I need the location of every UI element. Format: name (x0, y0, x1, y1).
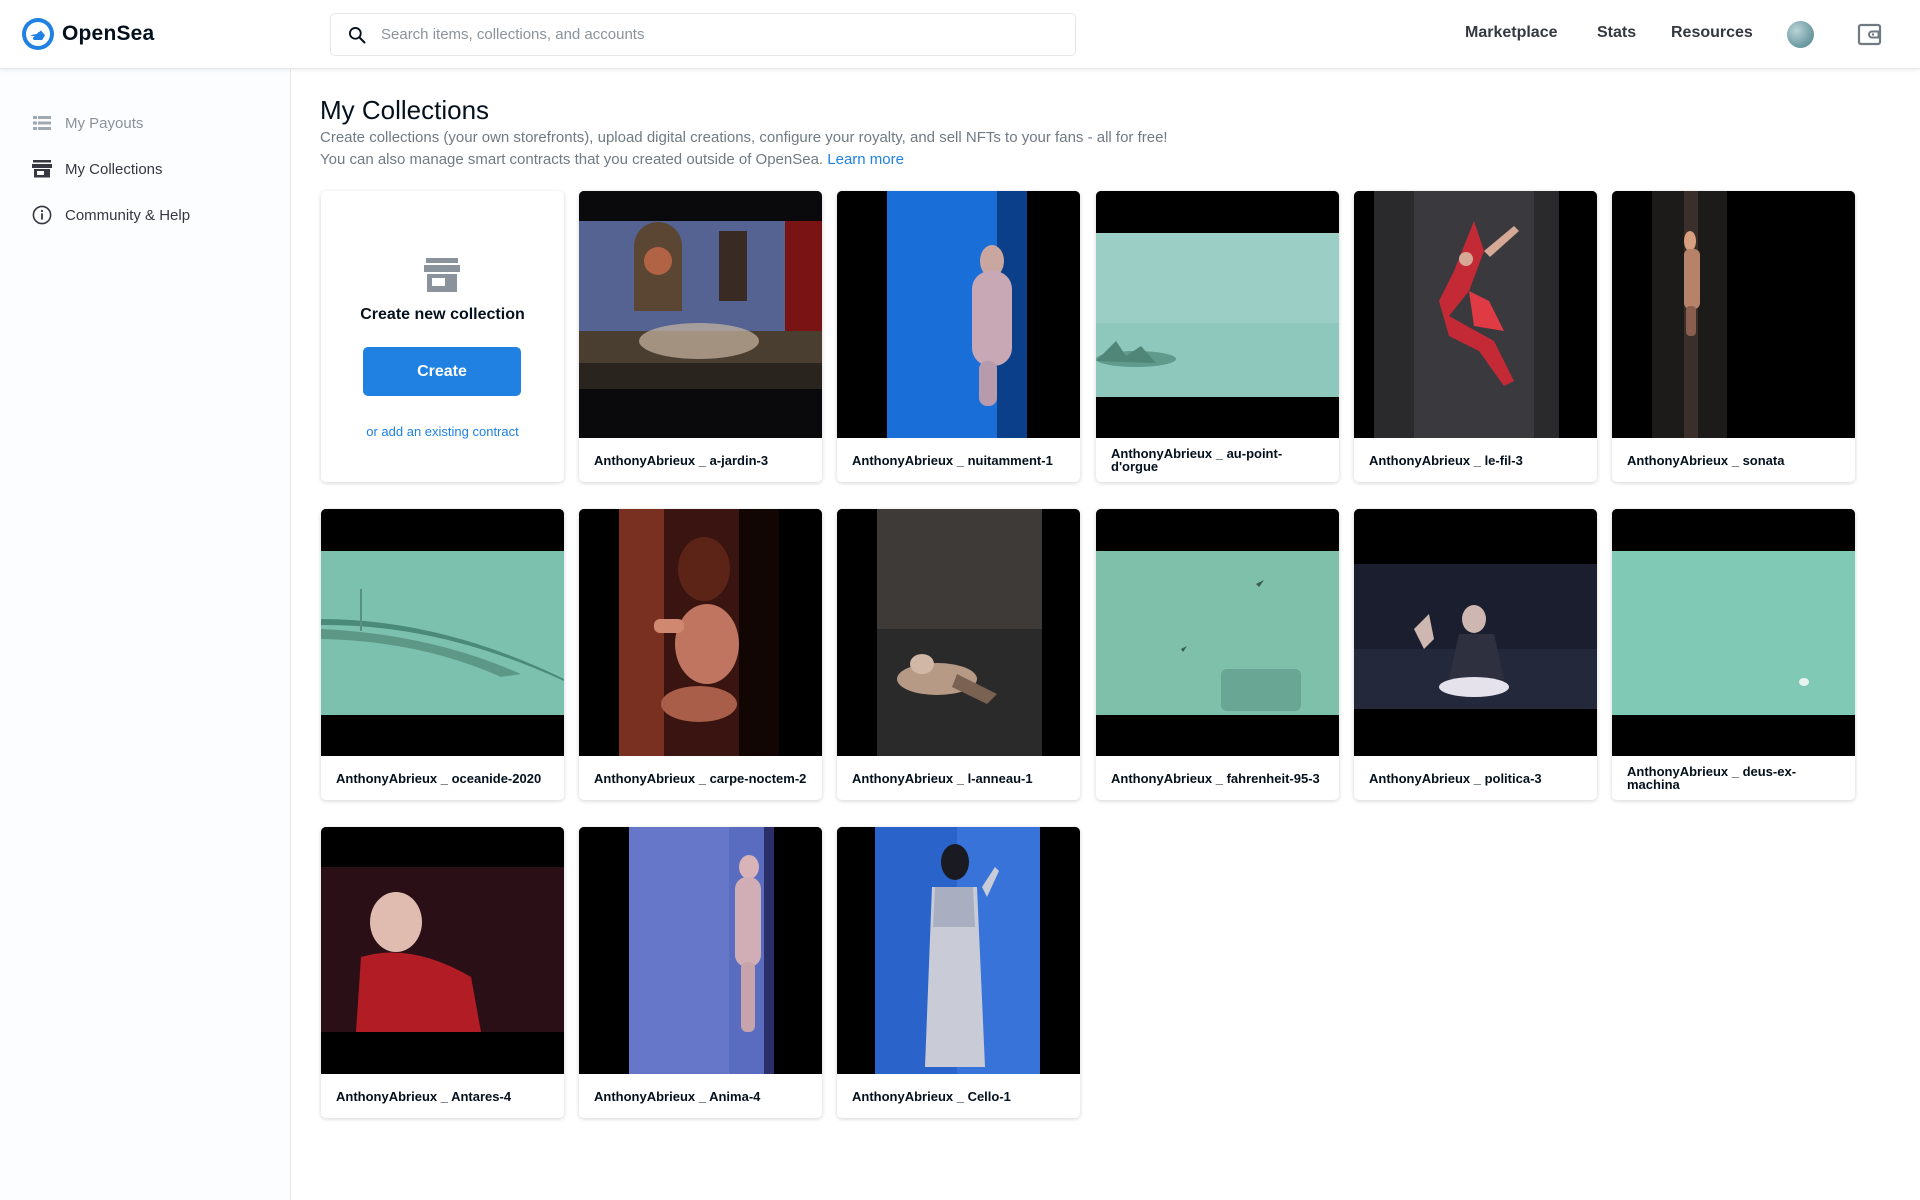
profile-avatar[interactable] (1787, 21, 1814, 48)
search-icon (337, 14, 377, 55)
info-icon (30, 203, 54, 227)
collection-image (1612, 509, 1855, 756)
opensea-logo[interactable]: OpenSea (22, 18, 154, 50)
logo-text: OpenSea (62, 22, 155, 45)
nav-marketplace[interactable]: Marketplace (1465, 24, 1558, 42)
collection-image (321, 509, 564, 756)
collection-name: AnthonyAbrieux _ politica-3 (1369, 770, 1542, 786)
main-content: My Collections Create collections (your … (292, 69, 1920, 1200)
collection-image (837, 827, 1080, 1074)
collection-card[interactable]: AnthonyAbrieux _ l-anneau-1 (837, 509, 1080, 800)
collection-card[interactable]: AnthonyAbrieux _ politica-3 (1354, 509, 1597, 800)
collection-card[interactable]: AnthonyAbrieux _ le-fil-3 (1354, 191, 1597, 482)
collection-card[interactable]: AnthonyAbrieux _ Cello-1 (837, 827, 1080, 1118)
collection-card[interactable]: AnthonyAbrieux _ oceanide-2020 (321, 509, 564, 800)
sidebar-item-my-payouts[interactable]: My Payouts (30, 111, 143, 135)
collection-name: AnthonyAbrieux _ Cello-1 (852, 1088, 1011, 1104)
collection-card[interactable]: AnthonyAbrieux _ carpe-noctem-2 (579, 509, 822, 800)
collection-card[interactable]: AnthonyAbrieux _ a-jardin-3 (579, 191, 822, 482)
search-bar[interactable] (330, 13, 1076, 56)
collection-image (1612, 191, 1855, 438)
collection-name: AnthonyAbrieux _ carpe-noctem-2 (594, 770, 807, 786)
search-input[interactable] (381, 19, 1061, 50)
sidebar-item-community-help[interactable]: Community & Help (30, 203, 190, 227)
collection-card[interactable]: AnthonyAbrieux _ sonata (1612, 191, 1855, 482)
collection-image (579, 827, 822, 1074)
collection-card[interactable]: AnthonyAbrieux _ Anima-4 (579, 827, 822, 1118)
storefront-icon (30, 157, 54, 181)
add-existing-contract-link[interactable]: or add an existing contract (321, 424, 564, 439)
create-collection-card: Create new collection Create or add an e… (321, 191, 564, 482)
collection-image (579, 191, 822, 438)
sidebar-item-label: My Collections (65, 160, 163, 178)
collection-name: AnthonyAbrieux _ a-jardin-3 (594, 452, 769, 468)
collection-image (1354, 191, 1597, 438)
collection-card[interactable]: AnthonyAbrieux _ deus-ex-machina (1612, 509, 1855, 800)
sidebar: My Payouts My Collections Community & He… (0, 69, 291, 1200)
collection-image (1354, 509, 1597, 756)
collection-image (837, 509, 1080, 756)
collection-card[interactable]: AnthonyAbrieux _ fahrenheit-95-3 (1096, 509, 1339, 800)
collection-image (837, 191, 1080, 438)
top-nav-bar: OpenSea Marketplace Stats Resources (0, 0, 1920, 69)
sidebar-item-label: My Payouts (65, 114, 144, 132)
collection-image (1096, 509, 1339, 756)
collection-card[interactable]: AnthonyAbrieux _ Antares-4 (321, 827, 564, 1118)
learn-more-link[interactable]: Learn more (827, 151, 904, 168)
page-description-line-2: You can also manage smart contracts that… (320, 151, 904, 168)
collection-name: AnthonyAbrieux _ au-point-d'orgue (1111, 446, 1283, 474)
collection-image (321, 827, 564, 1074)
sidebar-item-my-collections[interactable]: My Collections (30, 157, 163, 181)
collection-name: AnthonyAbrieux _ Anima-4 (594, 1088, 761, 1104)
collection-card[interactable]: AnthonyAbrieux _ nuitamment-1 (837, 191, 1080, 482)
create-collection-title: Create new collection (360, 306, 525, 323)
collection-name: AnthonyAbrieux _ l-anneau-1 (852, 770, 1033, 786)
nav-resources[interactable]: Resources (1671, 24, 1753, 42)
sidebar-item-label: Community & Help (65, 206, 191, 224)
nav-stats[interactable]: Stats (1597, 24, 1636, 42)
collection-name: AnthonyAbrieux _ deus-ex-machina (1627, 764, 1797, 792)
collection-name: AnthonyAbrieux _ sonata (1627, 452, 1785, 468)
page-description-line-1: Create collections (your own storefronts… (320, 129, 1168, 146)
collection-image (579, 509, 822, 756)
storefront-icon (424, 257, 460, 293)
collection-name: AnthonyAbrieux _ Antares-4 (336, 1088, 512, 1104)
wallet-icon[interactable] (1856, 21, 1883, 48)
collection-name: AnthonyAbrieux _ fahrenheit-95-3 (1111, 770, 1320, 786)
opensea-logo-icon (22, 18, 54, 50)
collection-image (1096, 191, 1339, 438)
collection-name: AnthonyAbrieux _ le-fil-3 (1369, 452, 1523, 468)
page-title: My Collections (320, 95, 490, 125)
list-icon (30, 111, 54, 135)
create-button[interactable]: Create (363, 347, 521, 396)
collection-name: AnthonyAbrieux _ nuitamment-1 (852, 452, 1053, 468)
collection-name: AnthonyAbrieux _ oceanide-2020 (336, 770, 542, 786)
collection-card[interactable]: AnthonyAbrieux _ au-point-d'orgue (1096, 191, 1339, 482)
